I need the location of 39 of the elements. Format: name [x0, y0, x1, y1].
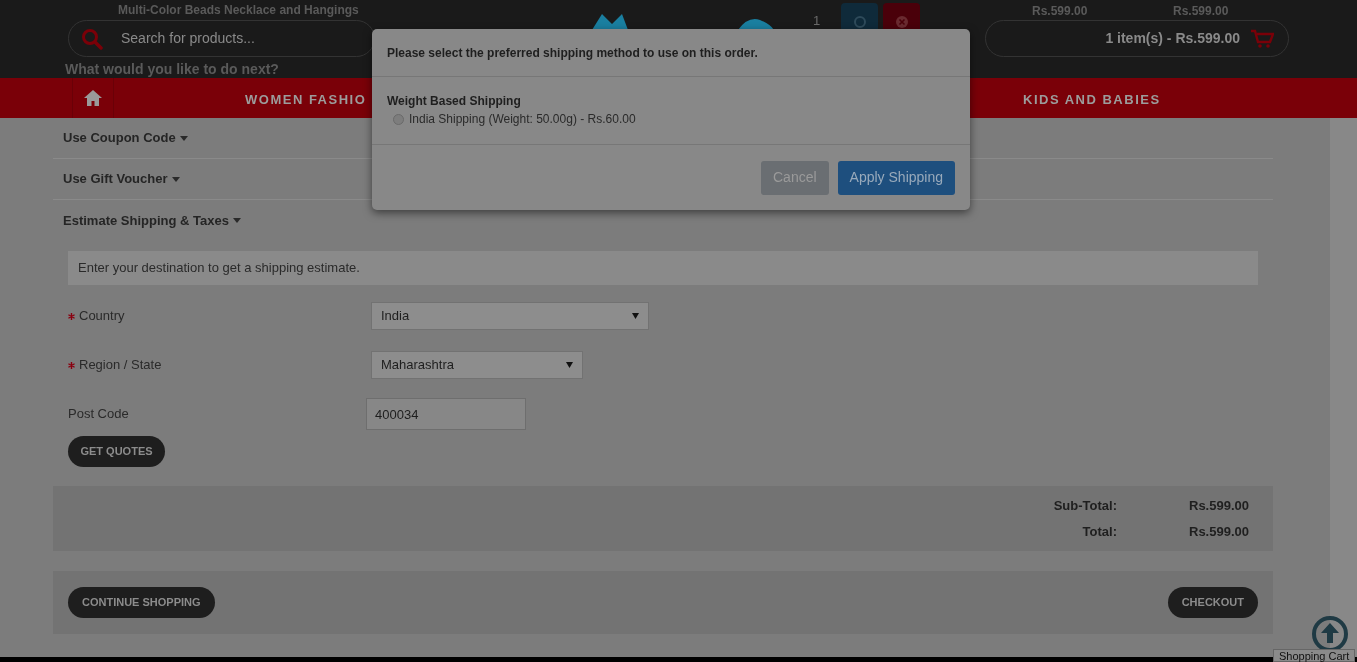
caret-icon — [171, 176, 180, 182]
checkout-button[interactable]: CHECKOUT — [1167, 587, 1258, 618]
section-heading: What would you like to do next? — [65, 62, 279, 77]
quantity-value: 1 — [813, 12, 821, 30]
search-icon — [81, 27, 103, 50]
option-label: India Shipping (Weight: 50.00g) - Rs.60.00 — [409, 111, 636, 128]
home-icon[interactable] — [83, 89, 103, 107]
select-field[interactable]: Maharashtra — [371, 351, 583, 379]
get-quotes-button[interactable]: GET QUOTES — [68, 436, 165, 467]
unit-price: Rs.599.00 — [1032, 4, 1088, 18]
apply-button[interactable]: Apply Shipping — [837, 160, 955, 195]
required-icon — [68, 362, 75, 370]
nav-link[interactable]: KIDS AND BABIES — [1023, 90, 1161, 110]
close-icon — [894, 14, 909, 29]
dropdown-arrow-icon — [566, 362, 573, 368]
input-field[interactable]: 400034 — [366, 398, 526, 430]
info-bar: Enter your destination to get a shipping estimate. — [68, 251, 1258, 285]
caret-icon — [179, 135, 188, 141]
total-value: Rs.599.00 — [1188, 497, 1249, 515]
tooltip: Shopping Cart — [1273, 649, 1356, 662]
dropdown-arrow-icon — [632, 313, 639, 319]
required-icon — [68, 313, 75, 321]
field-label: Country — [68, 306, 125, 326]
modal-title: Please select the preferred shipping method to use on this order. — [387, 44, 758, 62]
caret-icon — [232, 218, 241, 223]
cart-icon — [1250, 28, 1274, 49]
field-label: Region / State — [68, 355, 162, 375]
radio-button[interactable] — [393, 113, 404, 125]
accordion-toggle[interactable]: Estimate Shipping & Taxes — [53, 200, 1273, 241]
select-field[interactable]: India — [371, 302, 649, 330]
total-value: Rs.599.00 — [1188, 522, 1249, 541]
total-label: Sub-Total: — [1053, 497, 1117, 515]
field-label: Post Code — [68, 405, 129, 424]
continue-shopping-button[interactable]: CONTINUE SHOPPING — [68, 587, 215, 618]
group-heading: Weight Based Shipping — [387, 93, 522, 110]
product-name: Multi-Color Beads Necklace and Hangings — [118, 3, 359, 17]
total-price: Rs.599.00 — [1173, 4, 1229, 18]
total-label: Total: — [1082, 522, 1117, 541]
nav-link[interactable]: WOMEN FASHIO — [245, 90, 367, 110]
